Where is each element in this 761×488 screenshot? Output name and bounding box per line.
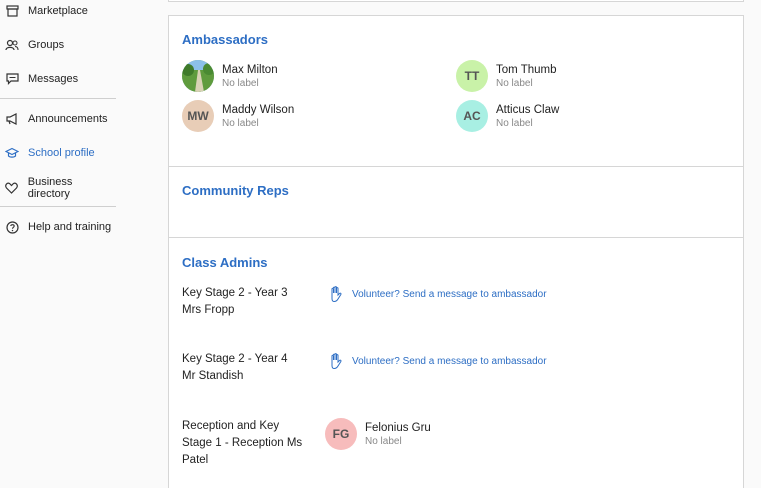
help-icon: [5, 220, 19, 234]
class-name-line: Mr Standish: [182, 370, 244, 382]
raised-hand-icon: [331, 286, 342, 303]
volunteer-link[interactable]: Volunteer? Send a message to ambassador: [326, 351, 547, 371]
ambassadors-title: Ambassadors: [182, 32, 268, 47]
sidebar-item-school-profile[interactable]: School profile: [0, 138, 116, 168]
sidebar-item-business-directory[interactable]: Business directory: [0, 173, 116, 203]
ambassador-maddy-wilson[interactable]: MW Maddy Wilson No label: [182, 100, 294, 132]
sidebar-item-label: Messages: [28, 73, 79, 85]
raised-hand-icon: [331, 353, 342, 370]
section-divider: [169, 166, 743, 167]
previous-card-edge: [168, 0, 744, 2]
person-name: Tom Thumb: [496, 63, 557, 76]
person-label: No label: [496, 117, 533, 129]
class-name: Key Stage 2 - Year 4 Mr Standish: [182, 351, 312, 385]
heart-icon: [5, 181, 19, 195]
person-name: Felonius Gru: [365, 421, 431, 434]
graduation-cap-icon: [5, 146, 19, 160]
avatar: [182, 60, 214, 92]
volunteer-link-text: Volunteer? Send a message to ambassador: [352, 288, 547, 300]
sidebar-item-groups[interactable]: Groups: [0, 30, 116, 60]
sidebar-item-messages[interactable]: Messages: [0, 64, 116, 94]
volunteer-link-text: Volunteer? Send a message to ambassador: [352, 355, 547, 367]
class-name-line: Key Stage 2 - Year 4: [182, 353, 288, 365]
class-name-line: Key Stage 2 - Year 3: [182, 287, 288, 299]
avatar: FG: [325, 418, 357, 450]
sidebar-item-label: Marketplace: [28, 5, 88, 17]
class-name-line: Patel: [182, 454, 209, 466]
avatar: MW: [182, 100, 214, 132]
sidebar-item-label: Announcements: [28, 113, 108, 125]
ambassador-tom-thumb[interactable]: TT Tom Thumb No label: [456, 60, 557, 92]
sidebar-item-label: Business directory: [27, 176, 73, 200]
sidebar-divider: [0, 206, 116, 207]
class-admins-title: Class Admins: [182, 255, 268, 270]
ambassador-max-milton[interactable]: Max Milton No label: [182, 60, 278, 92]
school-roles-card: Ambassadors Max Milton No label TT Tom T…: [168, 15, 744, 488]
person-name: Maddy Wilson: [222, 103, 295, 116]
megaphone-icon: [5, 112, 19, 126]
section-divider: [169, 237, 743, 238]
sidebar-item-label: Groups: [28, 39, 65, 51]
class-name: Key Stage 2 - Year 3 Mrs Fropp: [182, 285, 312, 319]
sidebar-item-label: Help and training: [28, 221, 112, 233]
class-name: Reception and Key Stage 1 - Reception Ms…: [182, 418, 312, 469]
sidebar: Marketplace Groups Messages Announcement…: [0, 0, 116, 488]
sidebar-item-help-and-training[interactable]: Help and training: [0, 212, 116, 242]
person-name: Atticus Claw: [496, 103, 560, 116]
person-label: No label: [496, 77, 533, 89]
groups-icon: [5, 38, 19, 52]
store-icon: [5, 4, 19, 18]
class-admin-felonius-gru[interactable]: FG Felonius Gru No label: [325, 418, 431, 450]
sidebar-item-announcements[interactable]: Announcements: [0, 104, 116, 134]
sidebar-item-label: School profile: [28, 147, 95, 159]
person-label: No label: [222, 77, 259, 89]
class-name-line: Stage 1 - Reception Ms: [182, 437, 303, 449]
sidebar-item-marketplace[interactable]: Marketplace: [0, 0, 116, 26]
ambassador-atticus-claw[interactable]: AC Atticus Claw No label: [456, 100, 559, 132]
avatar: AC: [456, 100, 488, 132]
person-label: No label: [222, 117, 259, 129]
person-name: Max Milton: [222, 63, 278, 76]
community-reps-title: Community Reps: [182, 183, 289, 198]
sidebar-divider: [0, 98, 116, 99]
person-label: No label: [365, 435, 402, 447]
avatar: TT: [456, 60, 488, 92]
class-name-line: Mrs Fropp: [182, 304, 235, 316]
volunteer-link[interactable]: Volunteer? Send a message to ambassador: [326, 284, 547, 304]
messages-icon: [5, 72, 19, 86]
class-name-line: Reception and Key: [182, 420, 280, 432]
